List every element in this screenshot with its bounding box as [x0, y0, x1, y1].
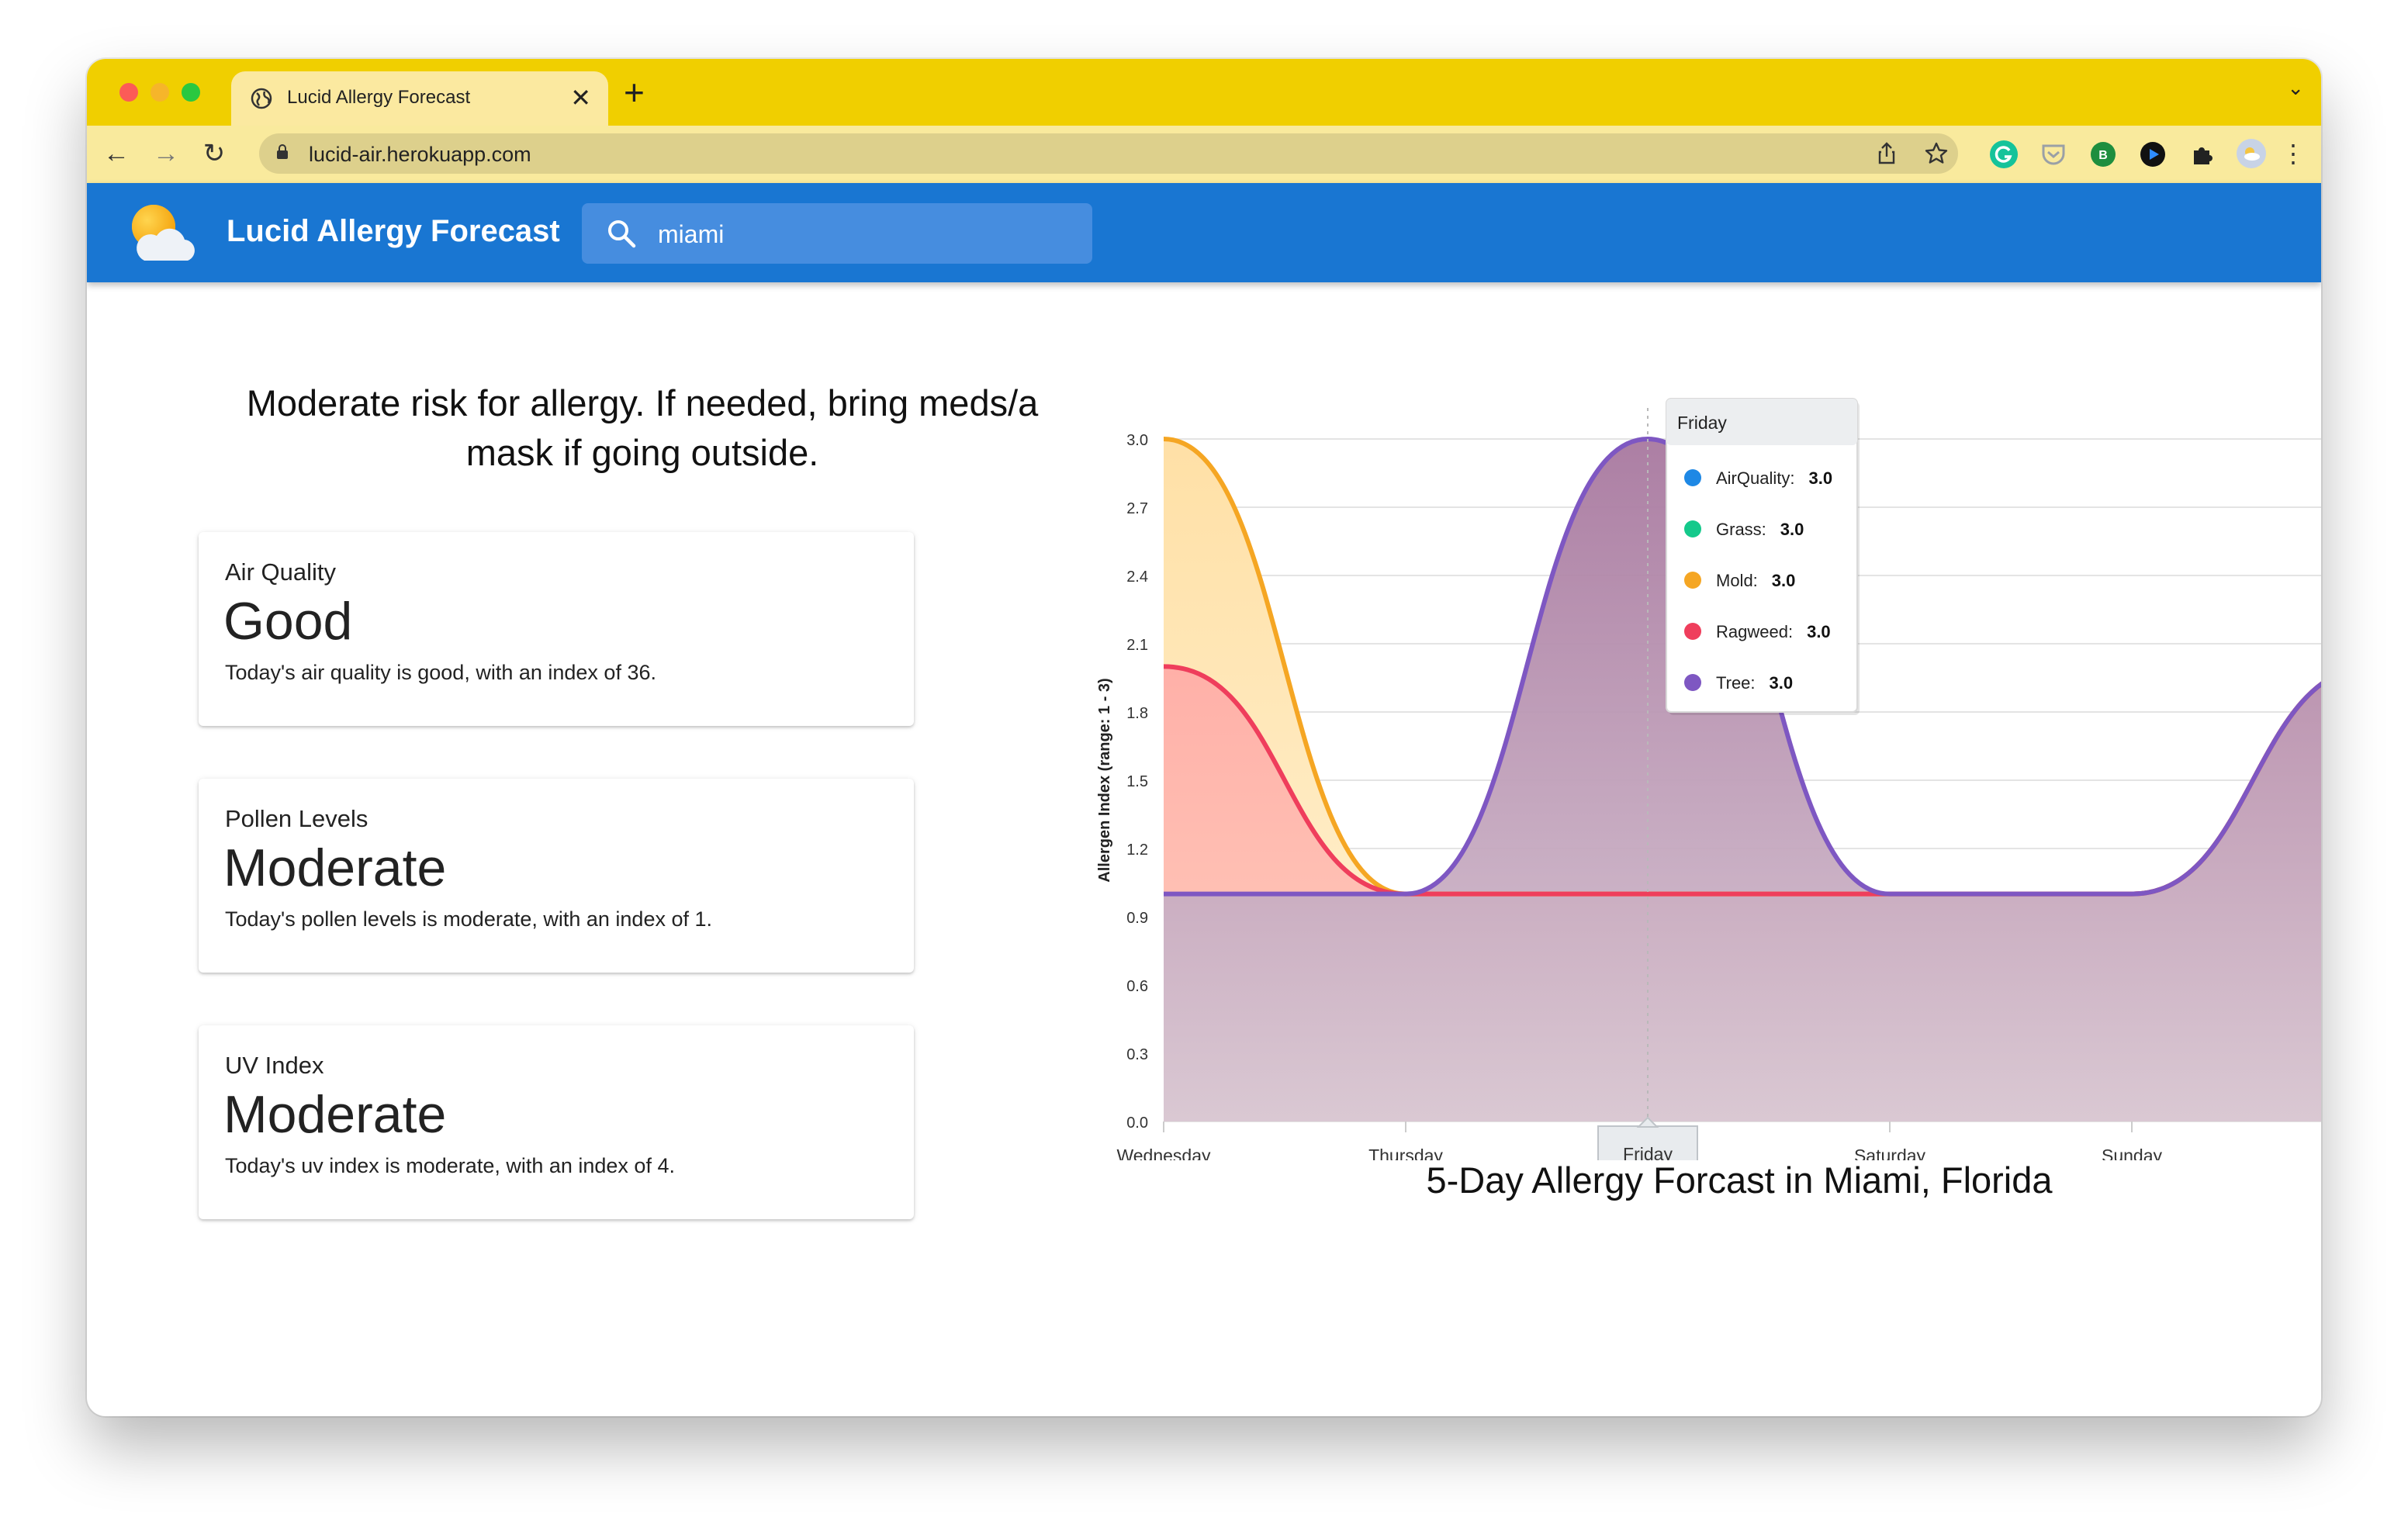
minimize-window-button[interactable]: [150, 83, 169, 102]
reload-button[interactable]: ↻: [197, 137, 231, 171]
pocket-icon[interactable]: [2039, 140, 2068, 169]
pollen-levels-card: Pollen Levels Moderate Today's pollen le…: [199, 779, 914, 973]
y-tick-label: 1.5: [1126, 773, 1148, 790]
search-input[interactable]: [656, 214, 1078, 254]
tooltip-label: Ragweed:: [1716, 622, 1793, 641]
y-axis-label: Allergen Index (range: 1 - 3): [1096, 678, 1113, 882]
maximize-window-button[interactable]: [182, 83, 200, 102]
address-bar[interactable]: lucid-air.herokuapp.com: [259, 133, 1958, 174]
card-value: Good: [223, 592, 353, 651]
new-tab-button[interactable]: +: [624, 73, 645, 112]
tooltip-swatch: [1684, 469, 1701, 486]
search-icon: [608, 220, 636, 248]
tooltip-value: 3.0: [1772, 571, 1796, 590]
tooltip-value: 3.0: [1807, 622, 1831, 641]
tooltip-label: AirQuality:: [1716, 468, 1794, 488]
globe-icon: [251, 88, 272, 109]
tooltip-swatch: [1684, 572, 1701, 589]
y-tick-label: 0.0: [1126, 1115, 1148, 1132]
sun-cloud-logo-icon: [132, 205, 195, 261]
close-window-button[interactable]: [119, 83, 138, 102]
share-icon[interactable]: [1873, 140, 1901, 168]
tab-title: Lucid Allergy Forecast: [287, 87, 471, 108]
card-description: Today's air quality is good, with an ind…: [225, 661, 656, 684]
tooltip-value: 3.0: [1770, 673, 1794, 693]
app-title: Lucid Allergy Forecast: [227, 214, 560, 248]
browser-menu-button[interactable]: ⋮: [2276, 137, 2310, 171]
tooltip-label: Mold:: [1716, 571, 1758, 590]
forward-button[interactable]: →: [149, 137, 183, 171]
card-label: Pollen Levels: [225, 805, 368, 832]
b-extension-icon[interactable]: B: [2090, 141, 2116, 168]
browser-window: Lucid Allergy Forecast ✕ + ⌄ ← → ↻ lucid…: [87, 59, 2321, 1416]
y-tick-label: 1.8: [1126, 705, 1148, 722]
bookmark-star-icon[interactable]: [1922, 140, 1950, 168]
browser-tab[interactable]: Lucid Allergy Forecast ✕: [231, 71, 608, 126]
svg-text:B: B: [2098, 149, 2108, 162]
card-label: UV Index: [225, 1052, 324, 1079]
y-tick-label: 2.4: [1126, 569, 1148, 586]
y-tick-label: 2.7: [1126, 500, 1148, 517]
grammarly-icon[interactable]: [1989, 140, 2019, 169]
profile-avatar[interactable]: [2236, 138, 2267, 169]
tooltip-label: Grass:: [1716, 520, 1766, 539]
tab-strip: Lucid Allergy Forecast ✕ + ⌄: [87, 59, 2321, 126]
media-extension-icon[interactable]: [2140, 141, 2166, 168]
y-tick-label: 0.3: [1126, 1046, 1148, 1063]
y-tick-label: 0.9: [1126, 910, 1148, 927]
close-tab-icon[interactable]: ✕: [570, 82, 591, 113]
card-label: Air Quality: [225, 558, 336, 586]
tooltip-swatch: [1684, 674, 1701, 691]
back-button[interactable]: ←: [99, 137, 133, 171]
y-tick-label: 1.2: [1126, 842, 1148, 859]
y-tick-label: 2.1: [1126, 637, 1148, 654]
y-tick-label: 0.6: [1126, 978, 1148, 995]
air-quality-card: Air Quality Good Today's air quality is …: [199, 532, 914, 726]
risk-headline: Moderate risk for allergy. If needed, br…: [246, 382, 1039, 473]
card-description: Today's uv index is moderate, with an in…: [225, 1154, 675, 1177]
x-tick-label: Friday: [1623, 1144, 1673, 1160]
city-search[interactable]: [582, 203, 1092, 264]
allergy-forecast-chart[interactable]: 0.0 0.3 0.6 0.9 1.2 1.5 1.8 2.1 2.4 2.7 3.0 Allerge…: [956, 323, 2321, 1160]
y-tick-label: 3.0: [1126, 432, 1148, 449]
app-bar: Lucid Allergy Forecast: [87, 183, 2321, 282]
uv-index-card: UV Index Moderate Today's uv index is mo…: [199, 1025, 914, 1219]
tooltip-value: 3.0: [1780, 520, 1804, 539]
card-value: Moderate: [223, 1085, 447, 1144]
tab-search-chevron-icon[interactable]: ⌄: [2287, 76, 2304, 100]
tooltip-title: Friday: [1677, 413, 1727, 433]
tooltip-box: [1666, 398, 1858, 713]
tooltip-value: 3.0: [1808, 468, 1832, 488]
tooltip-swatch: [1684, 623, 1701, 640]
tooltip-label: Tree:: [1716, 673, 1756, 693]
chart-title: 5-Day Allergy Forcast in Miami, Florida: [1426, 1159, 2053, 1201]
card-description: Today's pollen levels is moderate, with …: [225, 907, 713, 931]
card-value: Moderate: [223, 838, 447, 897]
browser-toolbar: ← → ↻ lucid-air.herokuapp.com B ⋮: [87, 126, 2321, 185]
puzzle-icon[interactable]: [2189, 141, 2216, 168]
tooltip-swatch: [1684, 520, 1701, 537]
url-text: lucid-air.herokuapp.com: [309, 143, 531, 166]
lock-icon: [277, 144, 288, 159]
